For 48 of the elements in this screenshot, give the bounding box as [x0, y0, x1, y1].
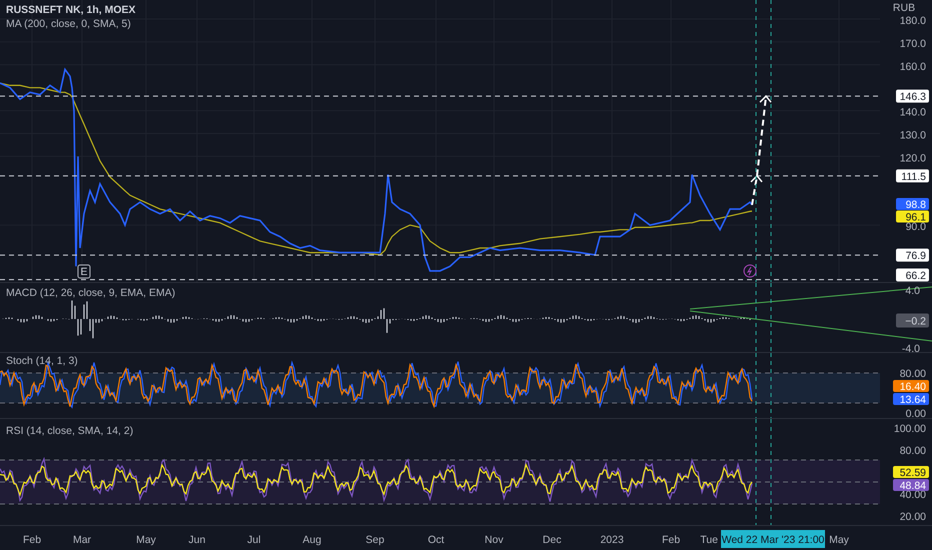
- currency-label: RUB: [892, 2, 916, 14]
- axis-tick-label: May: [829, 534, 849, 546]
- indicator-title: MA (200, close, 0, SMA, 5): [6, 18, 131, 30]
- axis-tick-label: Dec: [542, 534, 562, 546]
- axis-tick-label: 170.0: [900, 38, 926, 50]
- axis-tick-label: 130.0: [900, 130, 926, 142]
- axis-tick-label: Nov: [484, 534, 504, 546]
- axis-tick-label: Tue: [700, 534, 718, 546]
- value-label: 13.64: [893, 393, 929, 406]
- axis-tick-label: Sep: [366, 534, 384, 546]
- price-label: 76.9: [896, 248, 929, 262]
- value-label: 16.40: [893, 380, 929, 393]
- axis-tick-label: Mar: [72, 534, 92, 546]
- axis-tick-label: 40.00: [900, 489, 926, 501]
- axis-tick-label: 80.00: [900, 368, 926, 380]
- axis-tick-label: 90.0: [906, 221, 926, 234]
- earnings-marker[interactable]: E: [78, 264, 90, 278]
- axis-tick-label: Jul: [247, 534, 261, 546]
- symbol-title: RUSSNEFT NK, 1h, MOEX: [6, 4, 136, 16]
- axis-tick-label: Feb: [662, 534, 680, 546]
- axis-tick-label: 100.00: [894, 423, 926, 435]
- crosshair-time-label: Wed 22 Mar '23 21:00: [721, 530, 825, 548]
- last-value-label: 98.8: [896, 198, 929, 211]
- axis-tick-label: Jun: [188, 534, 206, 546]
- lightning-icon[interactable]: [744, 264, 756, 278]
- axis-tick-label: 0.00: [906, 408, 926, 418]
- axis-tick-label: 2023: [600, 534, 624, 546]
- axis-tick-label: 20.00: [900, 511, 926, 523]
- value-label: 52.59: [893, 466, 929, 479]
- axis-tick-label: Aug: [302, 534, 322, 546]
- indicator-title: MACD (12, 26, close, 9, EMA, EMA): [6, 287, 176, 299]
- price-label: 66.2: [896, 268, 929, 282]
- axis-tick-label: 120.0: [900, 152, 926, 164]
- axis-tick-label: 180.0: [900, 15, 926, 27]
- value-label: −0.2: [896, 313, 929, 328]
- axis-tick-label: Feb: [22, 534, 42, 546]
- axis-tick-label: May: [136, 534, 156, 546]
- indicator-title: RSI (14, close, SMA, 14, 2): [6, 425, 134, 437]
- axis-tick-label: 140.0: [900, 106, 926, 119]
- axis-tick-label: 80.00: [900, 445, 926, 457]
- last-value-label: 96.1: [896, 210, 929, 224]
- value-label: 48.84: [893, 479, 929, 492]
- indicator-title: Stoch (14, 1, 3): [6, 355, 78, 367]
- price-label: 111.5: [896, 169, 929, 183]
- axis-tick-label: Oct: [428, 534, 444, 546]
- axis-tick-label: -4.0: [902, 343, 920, 352]
- price-label: 146.3: [896, 90, 929, 104]
- axis-tick-label: 160.0: [900, 60, 926, 73]
